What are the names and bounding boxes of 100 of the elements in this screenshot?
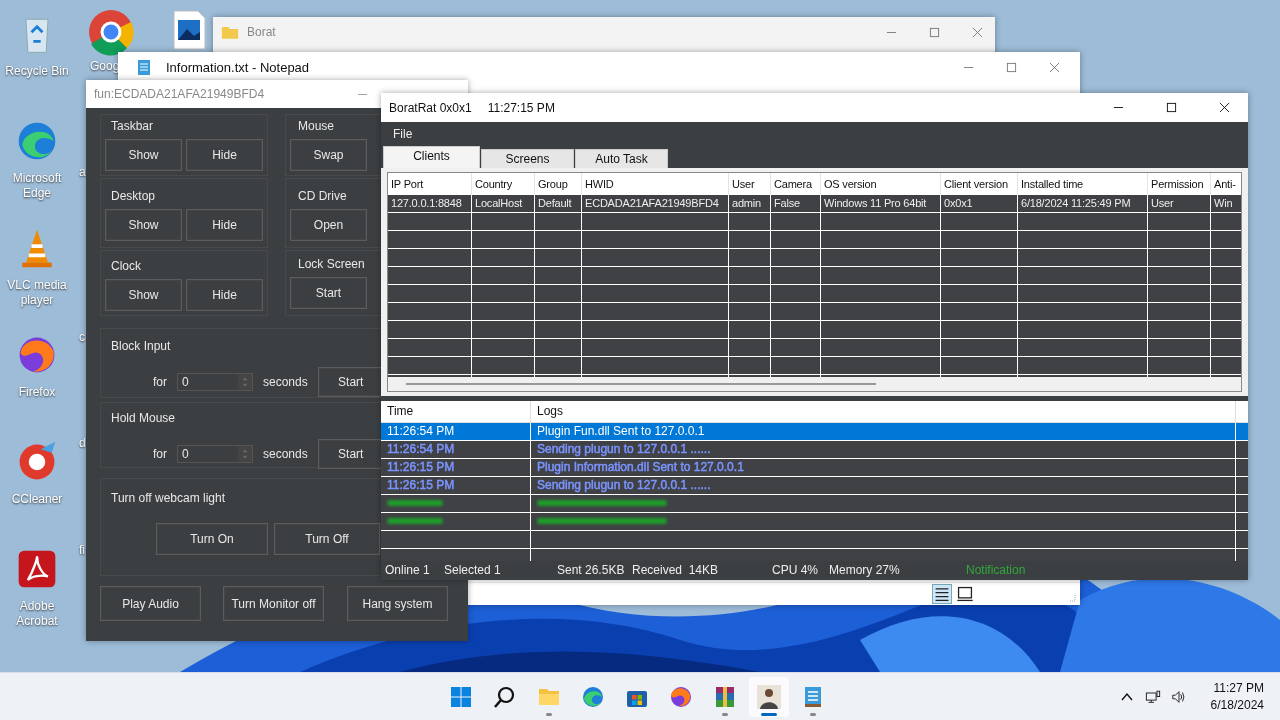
column-header[interactable]: Camera — [771, 172, 821, 195]
for-label: for — [153, 375, 167, 389]
clock-date[interactable]: 6/18/2024 — [1210, 697, 1264, 714]
column-header[interactable]: OS version — [821, 172, 941, 195]
resize-grip-icon[interactable] — [1068, 594, 1076, 602]
menu-item[interactable]: File — [393, 126, 413, 141]
icon-label: CCleaner — [10, 492, 64, 507]
action-button[interactable]: Show — [105, 139, 182, 171]
log-message: Sending plugun to 127.0.0.1 ...... — [531, 476, 1236, 494]
unit-label: seconds — [263, 375, 308, 389]
table-cell: False — [771, 194, 821, 212]
window-title: fun:ECDADA21AFA21949BFD4 — [94, 87, 265, 101]
horizontal-scrollbar[interactable] — [388, 376, 1241, 391]
column-header[interactable]: Installed time — [1018, 172, 1148, 195]
action-button[interactable]: Show — [105, 209, 182, 241]
unit-label: seconds — [263, 447, 308, 461]
notification-text: Notification — [966, 563, 1026, 578]
icon-label: VLC media player — [6, 278, 68, 308]
group-label: Turn off webcam light — [111, 491, 226, 505]
action-button[interactable]: Play Audio — [100, 586, 201, 621]
window-title: Borat — [247, 25, 276, 39]
person-icon[interactable] — [757, 685, 781, 709]
group-label: Block Input — [111, 339, 171, 353]
tab[interactable]: Screens — [481, 148, 574, 168]
search-icon[interactable] — [493, 685, 517, 709]
icon-label: fi — [79, 543, 85, 558]
table-cell: 6/18/2024 11:25:49 PM — [1018, 194, 1148, 212]
action-button[interactable]: Hang system — [347, 586, 448, 621]
archive-icon[interactable] — [713, 685, 737, 709]
table-cell: 0x0x1 — [941, 194, 1018, 212]
table-cell: Windows 11 Pro 64bit — [821, 194, 941, 212]
column-header[interactable]: HWID — [582, 172, 729, 195]
log-message: Sending plugun to 127.0.0.1 ...... — [531, 440, 1236, 458]
icon-label: Microsoft Edge — [11, 171, 63, 201]
action-button[interactable]: Hide — [186, 209, 263, 241]
action-button[interactable]: Hide — [186, 139, 263, 171]
action-button[interactable]: Hide — [186, 279, 263, 311]
column-header[interactable]: Client version — [941, 172, 1018, 195]
log-time: 11:26:54 PM — [381, 440, 531, 458]
action-button[interactable]: Turn Monitor off — [223, 586, 324, 621]
list-view-icon[interactable] — [932, 584, 952, 604]
log-time: 11:26:15 PM — [381, 476, 531, 494]
folder-icon — [221, 24, 239, 40]
action-button[interactable]: Turn On — [156, 523, 268, 555]
group-label: Hold Mouse — [111, 411, 176, 425]
icon-label: Goog — [90, 59, 120, 74]
group-label: Lock Screen — [298, 257, 365, 271]
group-label: Clock — [111, 259, 141, 273]
action-button[interactable]: Show — [105, 279, 182, 311]
status-text: Sent 26.5KB — [557, 563, 625, 578]
status-text: CPU 4% — [772, 563, 818, 578]
image-file-icon[interactable] — [172, 10, 206, 50]
action-button[interactable]: Start — [290, 277, 367, 309]
group-label: Desktop — [111, 189, 156, 203]
tab[interactable]: Auto Task — [575, 148, 668, 168]
status-text: Received 14KB — [632, 563, 719, 578]
column-header[interactable]: Group — [535, 172, 582, 195]
icon-label: a — [79, 165, 86, 180]
status-text: Memory 27% — [829, 563, 900, 578]
tab[interactable]: Clients — [383, 145, 480, 168]
start-button[interactable]: Start — [317, 367, 384, 397]
action-button[interactable]: Swap — [290, 139, 367, 171]
action-button[interactable]: Turn Off — [274, 523, 380, 555]
log-time: 11:26:15 PM — [381, 458, 531, 476]
column-header[interactable]: User — [729, 172, 771, 195]
status-text: Selected 1 — [444, 563, 501, 578]
log-message: Plugin Information.dll Sent to 127.0.0.1 — [531, 458, 1236, 476]
number-field[interactable]: 0 — [177, 373, 253, 391]
column-header[interactable]: IP Port — [388, 172, 472, 195]
browser-icon[interactable] — [581, 685, 605, 709]
group-label: Mouse — [298, 119, 335, 133]
clock-time[interactable]: 11:27 PM — [1213, 680, 1264, 697]
log-time: 11:26:54 PM — [381, 422, 531, 440]
network-icon[interactable] — [1144, 689, 1161, 705]
speaker-icon[interactable] — [1170, 689, 1187, 705]
column-header[interactable]: Time — [381, 400, 531, 422]
column-header[interactable]: Country — [472, 172, 535, 195]
notepad-icon — [136, 58, 152, 76]
close-icon[interactable] — [1219, 102, 1230, 113]
table-cell: User — [1148, 194, 1211, 212]
column-header[interactable]: Anti- — [1211, 172, 1241, 195]
log-message: Plugin Fun.dll Sent to 127.0.0.1 — [531, 422, 1236, 440]
icon-label: c — [79, 330, 85, 345]
number-field[interactable]: 0 — [177, 445, 253, 463]
start-icon[interactable] — [449, 685, 473, 709]
title-time: 11:27:15 PM — [487, 100, 555, 115]
icon-label: Adobe Acrobat — [15, 599, 59, 629]
table-cell: LocalHost — [472, 194, 535, 212]
icon-label: d — [79, 436, 86, 451]
column-header[interactable]: Permission — [1148, 172, 1211, 195]
fox-browser-icon[interactable] — [669, 685, 693, 709]
start-button[interactable]: Start — [317, 439, 384, 469]
table-cell: Default — [535, 194, 582, 212]
page-view-icon[interactable] — [956, 585, 974, 603]
chrome-like-icon[interactable] — [87, 8, 135, 56]
maximize-icon[interactable] — [1166, 102, 1177, 113]
window-title: BoratRat 0x0x1 — [389, 100, 472, 115]
window-title: Information.txt - Notepad — [166, 59, 310, 75]
icon-label: Recycle Bin — [4, 64, 70, 79]
action-button[interactable]: Open — [290, 209, 367, 241]
